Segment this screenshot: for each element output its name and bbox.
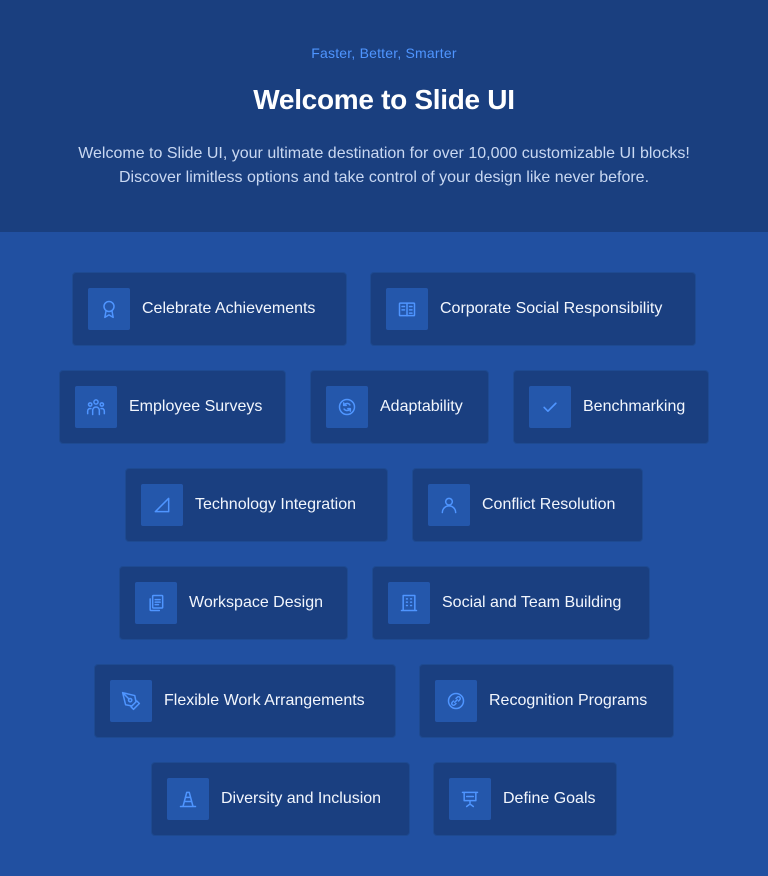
hero-description: Welcome to Slide UI, your ultimate desti… [78, 145, 690, 186]
check-icon [529, 386, 571, 428]
feature-label: Social and Team Building [442, 594, 622, 611]
feature-chip-define-goals[interactable]: Define Goals [433, 762, 617, 836]
link-icon [435, 680, 477, 722]
feature-chip-workspace-design[interactable]: Workspace Design [119, 566, 348, 640]
pen-tool-icon [110, 680, 152, 722]
feature-chip-benchmarking[interactable]: Benchmarking [513, 370, 709, 444]
feature-label: Conflict Resolution [482, 496, 616, 513]
refresh-icon [326, 386, 368, 428]
hero-section: Faster, Better, Smarter Welcome to Slide… [0, 0, 768, 232]
copy-icon [135, 582, 177, 624]
traffic-cone-icon [167, 778, 209, 820]
feature-label: Adaptability [380, 398, 463, 415]
feature-chip-celebrate-achievements[interactable]: Celebrate Achievements [72, 272, 347, 346]
user-icon [428, 484, 470, 526]
feature-grid: Celebrate Achievements Corporate Social … [0, 232, 768, 876]
feature-chip-diversity-and-inclusion[interactable]: Diversity and Inclusion [151, 762, 410, 836]
feature-chip-technology-integration[interactable]: Technology Integration [125, 468, 388, 542]
feature-chip-flexible-work-arrangements[interactable]: Flexible Work Arrangements [94, 664, 396, 738]
feature-chip-recognition-programs[interactable]: Recognition Programs [419, 664, 674, 738]
feature-label: Benchmarking [583, 398, 686, 415]
triangle-ruler-icon [141, 484, 183, 526]
feature-label: Flexible Work Arrangements [164, 692, 365, 709]
feature-label: Workspace Design [189, 594, 323, 611]
feature-label: Employee Surveys [129, 398, 263, 415]
feature-label: Define Goals [503, 790, 596, 807]
hero-eyebrow: Faster, Better, Smarter [311, 45, 457, 61]
feature-chip-adaptability[interactable]: Adaptability [310, 370, 489, 444]
feature-label: Diversity and Inclusion [221, 790, 382, 807]
award-icon [88, 288, 130, 330]
feature-chip-employee-surveys[interactable]: Employee Surveys [59, 370, 286, 444]
page-title: Welcome to Slide UI [253, 84, 515, 115]
feature-chip-corporate-social-responsibility[interactable]: Corporate Social Responsibility [370, 272, 696, 346]
presentation-icon [449, 778, 491, 820]
feature-label: Technology Integration [195, 496, 356, 513]
feature-chip-conflict-resolution[interactable]: Conflict Resolution [412, 468, 643, 542]
feature-label: Corporate Social Responsibility [440, 300, 663, 317]
feature-label: Celebrate Achievements [142, 300, 316, 317]
feature-chip-social-and-team-building[interactable]: Social and Team Building [372, 566, 650, 640]
feature-label: Recognition Programs [489, 692, 648, 709]
office-building-icon [388, 582, 430, 624]
building-icon [386, 288, 428, 330]
users-icon [75, 386, 117, 428]
